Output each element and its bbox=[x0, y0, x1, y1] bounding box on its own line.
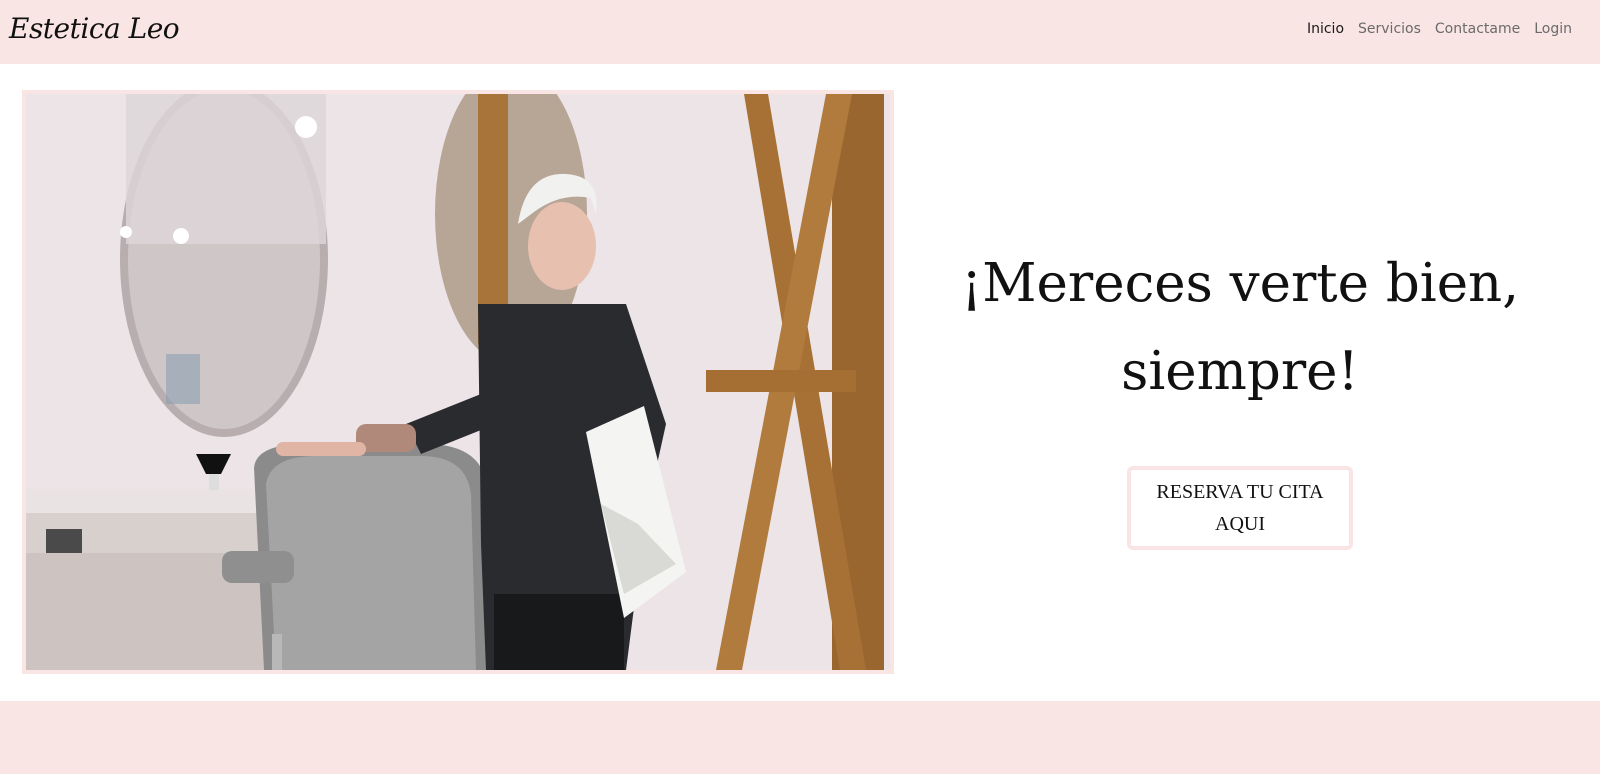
nav-link-contactame[interactable]: Contactame bbox=[1435, 21, 1520, 37]
brand-logo[interactable]: Estetica Leo bbox=[9, 12, 180, 45]
nav-link-servicios[interactable]: Servicios bbox=[1358, 21, 1421, 37]
salon-photo bbox=[26, 94, 890, 670]
nav-link-inicio[interactable]: Inicio bbox=[1307, 21, 1344, 37]
footer-band bbox=[0, 701, 1600, 774]
hero-headline: ¡Mereces verte bien, siempre! bbox=[960, 253, 1520, 402]
nav-link-login[interactable]: Login bbox=[1534, 21, 1572, 37]
main-nav: Inicio Servicios Contactame Login bbox=[1307, 21, 1572, 37]
navbar: Estetica Leo Inicio Servicios Contactame… bbox=[0, 0, 1600, 64]
book-appointment-button[interactable]: RESERVA TU CITA AQUI bbox=[1127, 466, 1353, 550]
hero-content: ¡Mereces verte bien, siempre! RESERVA TU… bbox=[920, 240, 1560, 550]
hero-image bbox=[22, 90, 894, 674]
